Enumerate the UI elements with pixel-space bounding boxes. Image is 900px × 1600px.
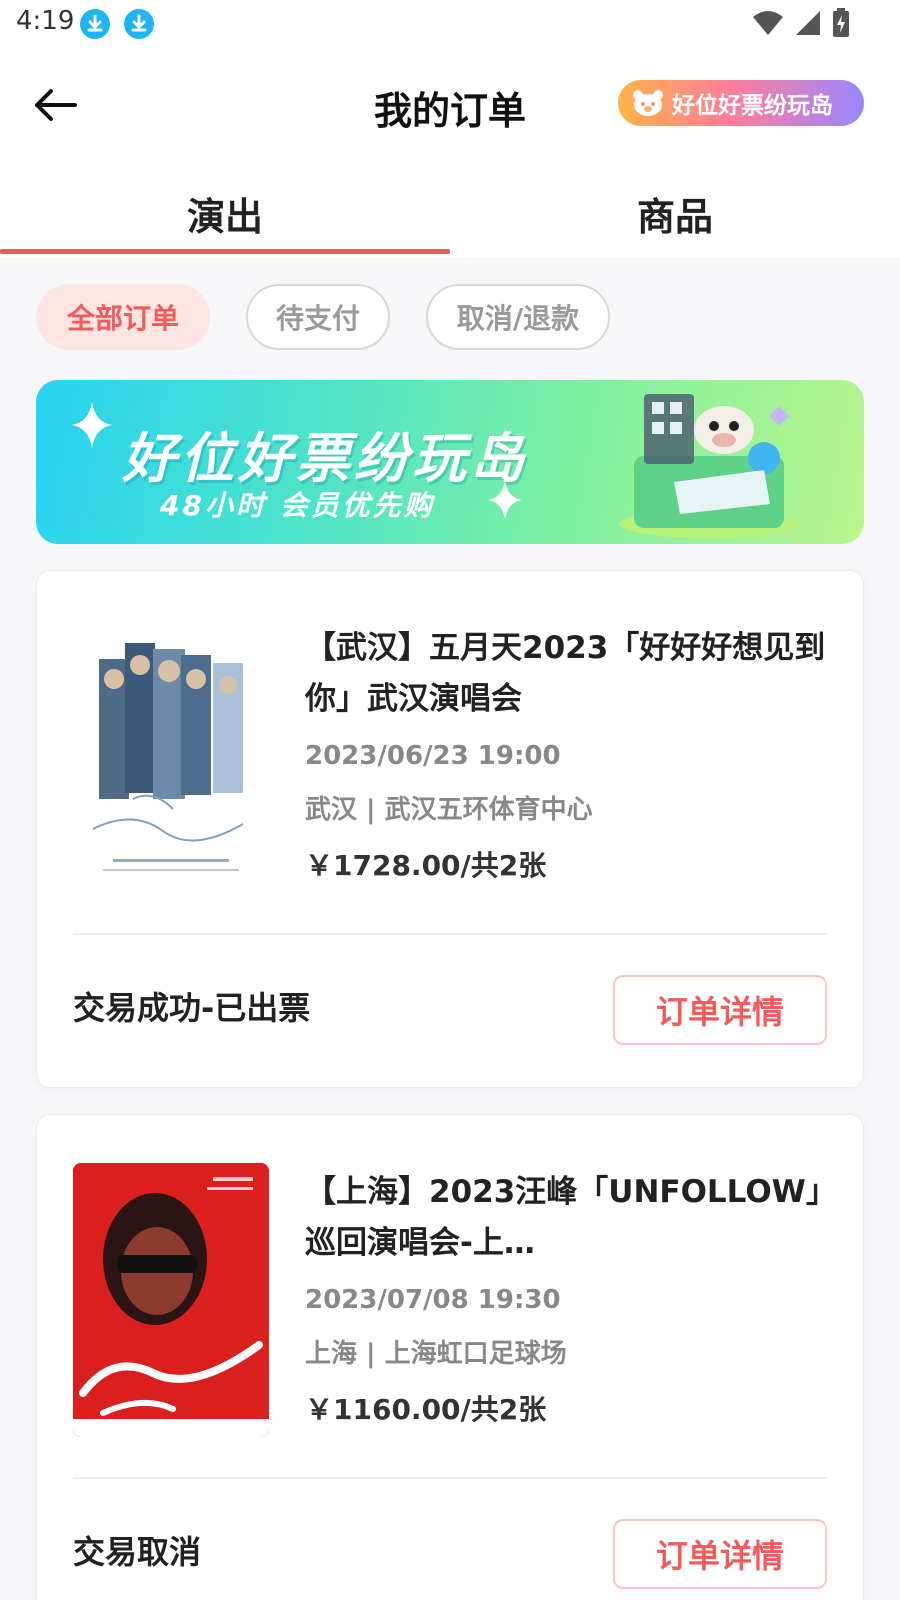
banner-subtitle: 48小时 会员优先购 [160,489,435,522]
order-price: ￥1728.00/共2张 [305,849,547,882]
status-bar: 4:19 [0,0,900,48]
order-detail-button[interactable]: 订单详情 [613,975,827,1045]
order-detail-button[interactable]: 订单详情 [613,1519,827,1589]
promo-label: 好位好票纷玩岛 [672,93,833,119]
download-icon [124,9,154,39]
banner-title: 好位好票纷玩岛 [122,427,528,490]
tab-goods[interactable]: 商品 [450,168,900,258]
show-time: 2023/06/23 19:00 [305,741,561,771]
order-card[interactable]: 【武汉】五月天2023「好好好想见到你」武汉演唱会 2023/06/23 19:… [36,570,864,1088]
filter-pending-payment[interactable]: 待支付 [246,284,390,350]
filter-cancel-refund[interactable]: 取消/退款 [426,284,610,350]
wifi-icon [753,11,783,35]
sparkle-icon [72,402,112,448]
show-poster[interactable] [73,619,269,893]
order-price: ￥1160.00/共2张 [305,1393,547,1426]
divider [73,933,827,935]
divider [73,1477,827,1479]
order-info: 【武汉】五月天2023「好好好想见到你」武汉演唱会 2023/06/23 19:… [305,623,835,884]
order-card[interactable]: 【上海】2023汪峰「UNFOLLOW」巡回演唱会-上… 2023/07/08 … [36,1114,864,1600]
banner-illustration [614,386,804,538]
bear-icon [632,89,664,117]
order-status: 交易成功-已出票 [73,989,311,1027]
show-title[interactable]: 【武汉】五月天2023「好好好想见到你」武汉演唱会 [305,623,835,725]
show-venue: 上海 | 上海虹口足球场 [305,1339,567,1369]
signal-icon [796,11,820,35]
promo-entry-button[interactable]: 好位好票纷玩岛 [618,80,864,126]
battery-icon [833,8,849,37]
promo-banner[interactable]: 好位好票纷玩岛 48小时 会员优先购 [36,380,864,544]
status-time: 4:19 [16,6,75,36]
filter-chips: 全部订单 待支付 取消/退款 [36,284,610,350]
tab-shows[interactable]: 演出 [0,168,450,258]
show-poster[interactable] [73,1163,269,1437]
filter-all-orders[interactable]: 全部订单 [36,284,210,350]
header: 我的订单 好位好票纷玩岛 [0,62,900,148]
show-title[interactable]: 【上海】2023汪峰「UNFOLLOW」巡回演唱会-上… [305,1167,835,1269]
order-info: 【上海】2023汪峰「UNFOLLOW」巡回演唱会-上… 2023/07/08 … [305,1167,835,1428]
show-time: 2023/07/08 19:30 [305,1285,561,1315]
tab-bar: 演出 商品 [0,168,900,258]
show-venue: 武汉 | 武汉五环体育中心 [305,795,593,825]
order-status: 交易取消 [73,1533,202,1571]
download-icon [80,9,110,39]
system-icons [752,8,850,38]
